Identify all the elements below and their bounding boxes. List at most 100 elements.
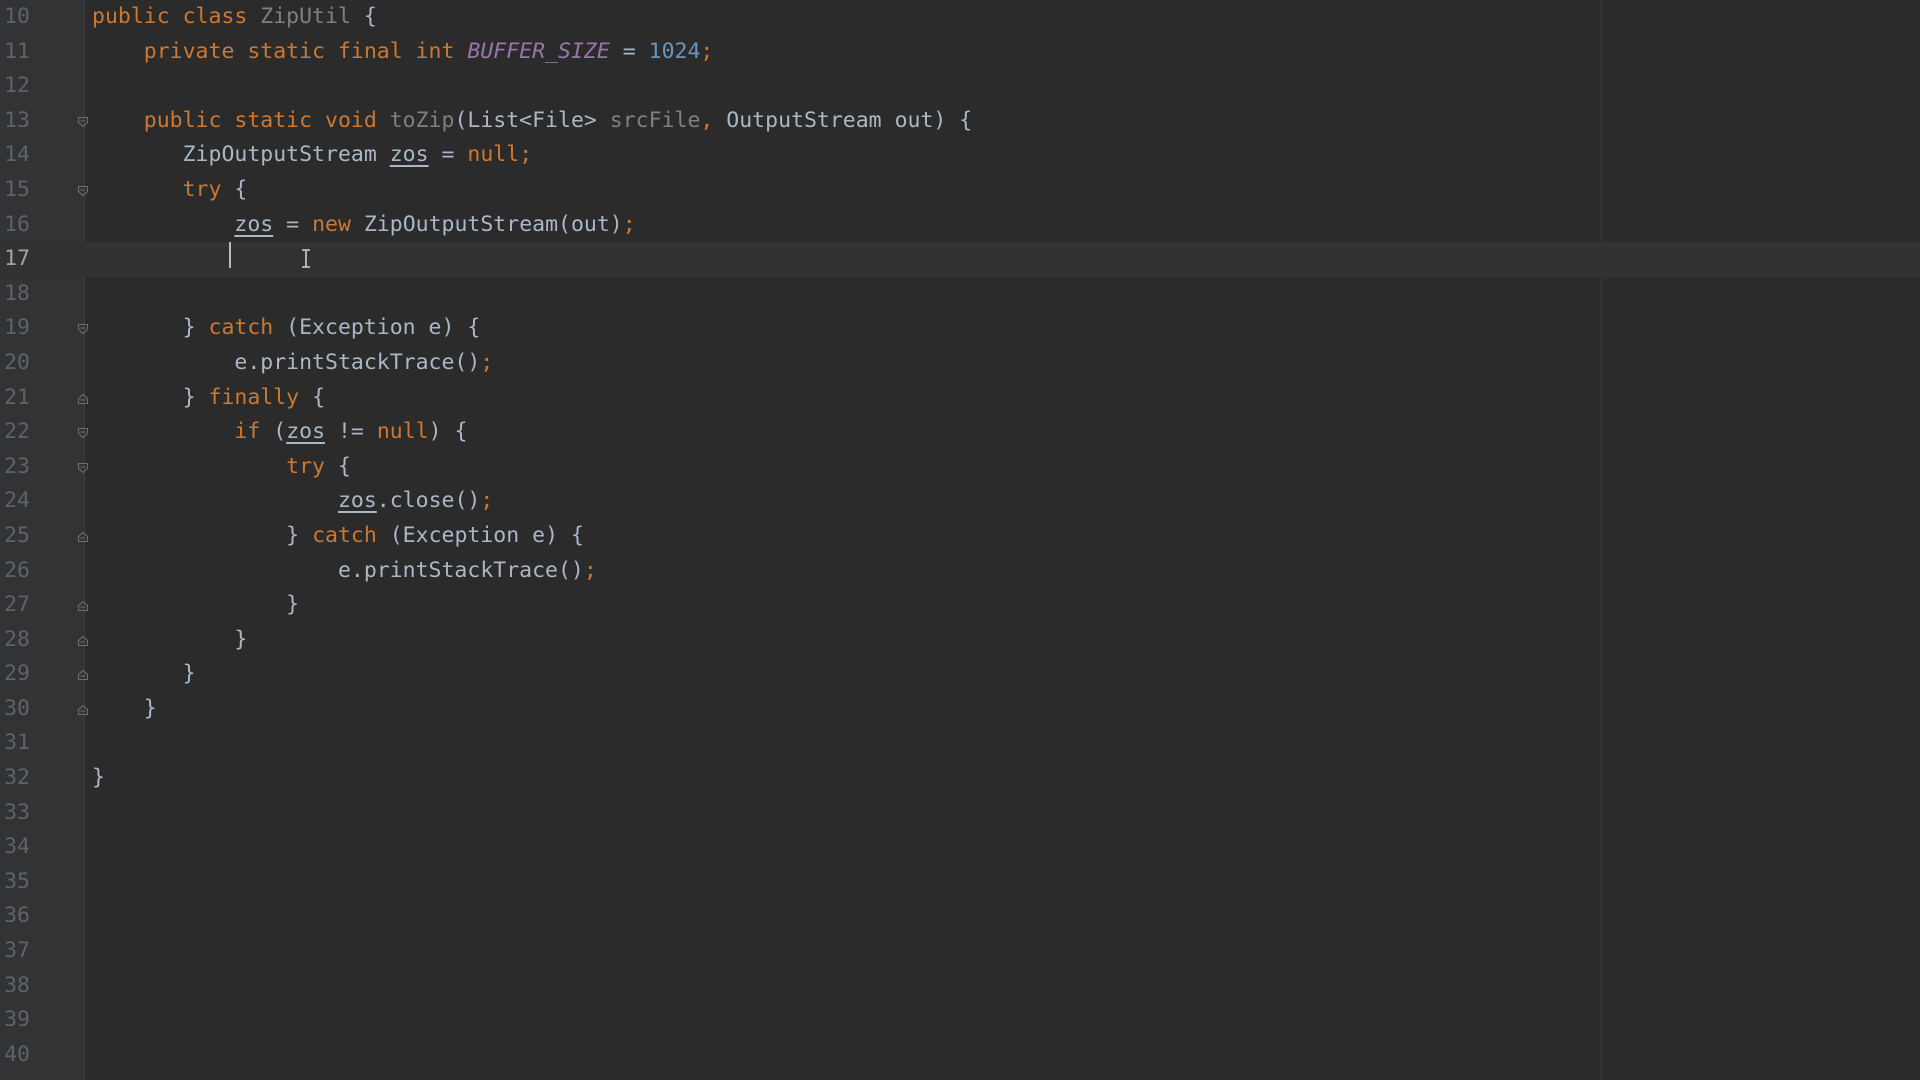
code-editor[interactable]: 10 public class ZipUtil {11 private stati… [0, 0, 1920, 1080]
line-number[interactable]: 19 [0, 311, 30, 346]
code-text[interactable]: } [92, 623, 247, 658]
code-line[interactable]: 12 [0, 69, 1920, 104]
code-text[interactable]: try { [92, 173, 248, 208]
line-number[interactable]: 36 [0, 899, 30, 934]
fold-expand-icon[interactable] [77, 462, 89, 474]
code-text[interactable]: if (zos != null) { [92, 415, 467, 450]
code-line[interactable]: 27 } [0, 588, 1920, 623]
code-text[interactable]: zos = new ZipOutputStream(out); [92, 208, 636, 243]
line-number[interactable]: 23 [0, 450, 30, 485]
code-line[interactable]: 11 private static final int BUFFER_SIZE … [0, 35, 1920, 70]
code-text[interactable]: try { [92, 450, 351, 485]
line-number[interactable]: 17 [0, 242, 30, 277]
line-number[interactable]: 14 [0, 138, 30, 173]
code-line[interactable]: 19 } catch (Exception e) { [0, 311, 1920, 346]
code-lines[interactable]: 10 public class ZipUtil {11 private stati… [0, 0, 1920, 1072]
line-number[interactable]: 16 [0, 208, 30, 243]
line-number[interactable]: 18 [0, 277, 30, 312]
code-line[interactable]: 21 } finally { [0, 381, 1920, 416]
code-line[interactable]: 31 [0, 726, 1920, 761]
line-number[interactable]: 27 [0, 588, 30, 623]
line-number[interactable]: 34 [0, 830, 30, 865]
code-line[interactable]: 36 [0, 899, 1920, 934]
code-line[interactable]: 15 try { [0, 173, 1920, 208]
code-line[interactable]: 39 [0, 1003, 1920, 1038]
code-line[interactable]: 29 } [0, 657, 1920, 692]
fold-end-icon[interactable] [77, 669, 89, 681]
line-number[interactable]: 31 [0, 726, 30, 761]
line-number[interactable]: 38 [0, 969, 30, 1004]
line-number[interactable]: 33 [0, 796, 30, 831]
code-line[interactable]: 26 e.printStackTrace(); [0, 554, 1920, 589]
fold-expand-icon[interactable] [77, 323, 89, 335]
line-number[interactable]: 29 [0, 657, 30, 692]
line-number[interactable]: 30 [0, 692, 30, 727]
line-number[interactable]: 22 [0, 415, 30, 450]
code-line[interactable]: 40 [0, 1038, 1920, 1073]
code-line[interactable]: 33 [0, 796, 1920, 831]
code-line[interactable]: 30 } [0, 692, 1920, 727]
code-text[interactable]: e.printStackTrace(); [92, 554, 597, 589]
code-line[interactable]: 20 e.printStackTrace(); [0, 346, 1920, 381]
line-number[interactable]: 15 [0, 173, 30, 208]
code-line[interactable]: 38 [0, 969, 1920, 1004]
code-text[interactable]: } [92, 657, 196, 692]
code-text[interactable]: public static void toZip(List<File> srcF… [92, 104, 972, 139]
fold-expand-icon[interactable] [77, 116, 89, 128]
code-text[interactable]: e.printStackTrace(); [92, 346, 493, 381]
fold-end-icon[interactable] [77, 531, 89, 543]
code-text[interactable]: public class ZipUtil { [92, 0, 377, 35]
line-number[interactable]: 28 [0, 623, 30, 658]
code-token: ; [622, 211, 636, 237]
line-number[interactable]: 32 [0, 761, 30, 796]
code-line[interactable]: 24 zos.close(); [0, 484, 1920, 519]
code-text[interactable]: ZipOutputStream zos = null; [92, 138, 533, 173]
code-line[interactable]: 17 [0, 242, 1920, 277]
code-text[interactable]: } [92, 761, 105, 796]
line-number[interactable]: 37 [0, 934, 30, 969]
line-number[interactable]: 10 [0, 0, 30, 35]
code-text[interactable]: } finally { [92, 381, 325, 416]
code-line[interactable]: 28 } [0, 623, 1920, 658]
line-number[interactable]: 24 [0, 484, 30, 519]
fold-end-icon[interactable] [77, 600, 89, 612]
fold-expand-icon[interactable] [77, 185, 89, 197]
line-number[interactable]: 25 [0, 519, 30, 554]
line-number[interactable]: 21 [0, 381, 30, 416]
code-text[interactable]: } [92, 588, 299, 623]
code-line[interactable]: 10 public class ZipUtil { [0, 0, 1920, 35]
line-number[interactable]: 35 [0, 865, 30, 900]
code-token: (Exception e) { [389, 522, 584, 548]
code-text[interactable]: } [92, 692, 157, 727]
line-number[interactable]: 13 [0, 104, 30, 139]
line-number[interactable]: 39 [0, 1003, 30, 1038]
line-number[interactable]: 26 [0, 554, 30, 589]
line-number[interactable]: 11 [0, 35, 30, 70]
code-line[interactable]: 35 [0, 865, 1920, 900]
code-text[interactable]: } catch (Exception e) { [92, 519, 584, 554]
code-text[interactable]: } catch (Exception e) { [92, 311, 481, 346]
code-text[interactable]: zos.close(); [92, 484, 493, 519]
line-number[interactable]: 20 [0, 346, 30, 381]
code-line[interactable]: 22 if (zos != null) { [0, 415, 1920, 450]
code-token: try [182, 176, 235, 202]
code-token: new [312, 211, 364, 237]
fold-end-icon[interactable] [77, 635, 89, 647]
fold-expand-icon[interactable] [77, 427, 89, 439]
code-text[interactable]: private static final int BUFFER_SIZE = 1… [92, 35, 714, 70]
code-line[interactable]: 23 try { [0, 450, 1920, 485]
code-token: ; [519, 142, 533, 168]
line-number[interactable]: 12 [0, 69, 30, 104]
code-token: zos [389, 142, 429, 168]
code-line[interactable]: 18 [0, 277, 1920, 312]
line-number[interactable]: 40 [0, 1038, 30, 1073]
code-line[interactable]: 37 [0, 934, 1920, 969]
code-line[interactable]: 32} [0, 761, 1920, 796]
code-line[interactable]: 16 zos = new ZipOutputStream(out); [0, 208, 1920, 243]
code-line[interactable]: 34 [0, 830, 1920, 865]
fold-end-icon[interactable] [77, 393, 89, 405]
code-line[interactable]: 25 } catch (Exception e) { [0, 519, 1920, 554]
code-line[interactable]: 14 ZipOutputStream zos = null; [0, 138, 1920, 173]
code-line[interactable]: 13 public static void toZip(List<File> s… [0, 104, 1920, 139]
fold-end-icon[interactable] [77, 704, 89, 716]
